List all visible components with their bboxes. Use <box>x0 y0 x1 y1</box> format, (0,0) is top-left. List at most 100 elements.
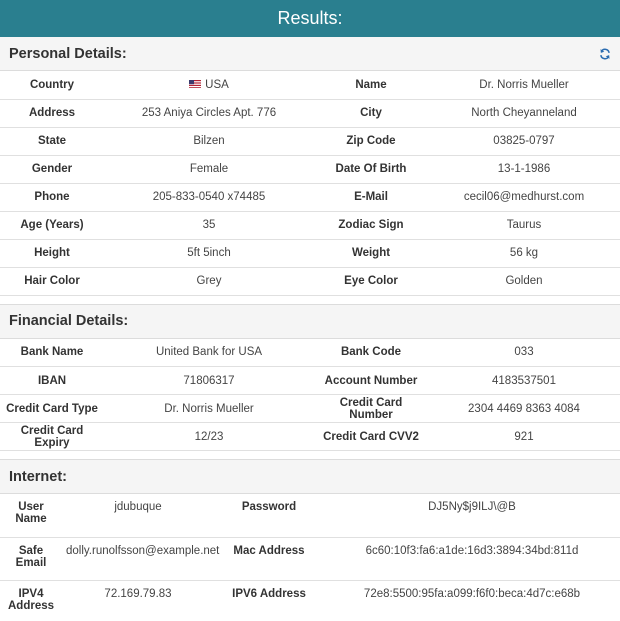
password-label: Password <box>214 494 324 538</box>
ipv6-address-label: IPV6 Address <box>214 580 324 621</box>
zip-code-value-cell: 03825-0797 <box>428 127 620 156</box>
iban-value-cell: 71806317 <box>104 366 314 395</box>
country-value-cell: USA <box>104 71 314 100</box>
detail-row: State Bilzen Zip Code 03825-0797 <box>0 127 620 156</box>
e-mail-value-cell: cecil06@medhurst.com <box>428 183 620 212</box>
zip-code-label: Zip Code <box>314 127 428 156</box>
gender-value: Female <box>189 163 229 175</box>
iban-label: IBAN <box>0 366 104 395</box>
financial-details-title: Financial Details: <box>9 313 129 329</box>
age-years-value-cell: 35 <box>104 211 314 240</box>
mac-address-value: 6c60:10f3:fa6:a1de:16d3:3894:34bd:811d <box>365 544 579 557</box>
zodiac-sign-value-cell: Taurus <box>428 211 620 240</box>
gender-value-cell: Female <box>104 155 314 184</box>
ipv6-address-value: 72e8:5500:95fa:a099:f6f0:beca:4d7c:e68b <box>363 587 581 600</box>
height-label: Height <box>0 239 104 268</box>
credit-card-number-label: Credit Card Number <box>314 394 428 423</box>
financial-details-table: Bank Name United Bank for USA Bank Code 033… <box>0 338 620 451</box>
name-label: Name <box>314 71 428 100</box>
mac-address-value-cell: 6c60:10f3:fa6:a1de:16d3:3894:34bd:811d <box>324 537 620 581</box>
credit-card-expiry-label: Credit Card Expiry <box>0 422 104 451</box>
account-number-label: Account Number <box>314 366 428 395</box>
eye-color-value-cell: Golden <box>428 267 620 296</box>
hair-color-label: Hair Color <box>0 267 104 296</box>
phone-value: 205-833-0540 x74485 <box>152 191 266 203</box>
age-years-label: Age (Years) <box>0 211 104 240</box>
ipv4-address-value-cell: 72.169.79.83 <box>62 580 214 621</box>
weight-value: 56 kg <box>509 247 539 259</box>
credit-card-number-value: 2304 4469 8363 4084 <box>468 402 580 415</box>
eye-color-value: Golden <box>505 275 543 287</box>
detail-row: IPV4 Address 72.169.79.83 IPV6 Address 72e8… <box>0 580 620 621</box>
date-of-birth-value-cell: 13-1-1986 <box>428 155 620 184</box>
weight-value-cell: 56 kg <box>428 239 620 268</box>
detail-row: Phone 205-833-0540 x74485 E-Mail cecil06@me… <box>0 183 620 212</box>
age-years-value: 35 <box>202 219 216 231</box>
address-value: 253 Aniya Circles Apt. 776 <box>141 107 277 119</box>
section-divider <box>0 295 620 305</box>
name-value: Dr. Norris Mueller <box>479 78 569 91</box>
zodiac-sign-value: Taurus <box>506 219 542 231</box>
iban-value: 71806317 <box>183 374 235 387</box>
personal-details-table: Country USA Name Dr. Norris Mueller Address 2… <box>0 71 620 296</box>
detail-row: Credit Card Expiry 12/23 Credit Card CVV2 9… <box>0 422 620 451</box>
password-value-cell: DJ5Ny$j9ILJ\@B <box>324 494 620 538</box>
bank-code-value-cell: 033 <box>428 338 620 367</box>
ipv4-address-label: IPV4 Address <box>0 580 62 621</box>
eye-color-label: Eye Color <box>314 267 428 296</box>
zip-code-value: 03825-0797 <box>493 135 555 147</box>
credit-card-number-value-cell: 2304 4469 8363 4084 <box>428 394 620 423</box>
personal-details-header: Personal Details: <box>0 37 620 71</box>
section-divider <box>0 451 620 460</box>
internet-header: Internet: <box>0 460 620 494</box>
city-value: North Cheyanneland <box>471 107 577 119</box>
refresh-icon[interactable] <box>599 48 611 60</box>
bank-name-label: Bank Name <box>0 338 104 367</box>
user-name-value-cell: jdubuque <box>62 494 214 538</box>
credit-card-expiry-value-cell: 12/23 <box>104 422 314 451</box>
results-header: Results: <box>0 0 620 37</box>
financial-details-header: Financial Details: <box>0 304 620 339</box>
country-value: USA <box>205 78 229 91</box>
state-value-cell: Bilzen <box>104 127 314 156</box>
height-value-cell: 5ft 5inch <box>104 239 314 268</box>
gender-label: Gender <box>0 155 104 184</box>
results-title: Results: <box>277 8 343 28</box>
bank-name-value-cell: United Bank for USA <box>104 338 314 367</box>
e-mail-value: cecil06@medhurst.com <box>463 191 585 203</box>
user-name-value: jdubuque <box>114 501 162 513</box>
credit-card-type-label: Credit Card Type <box>0 394 104 423</box>
ipv4-address-value: 72.169.79.83 <box>104 587 172 600</box>
credit-card-cvv2-label: Credit Card CVV2 <box>314 422 428 451</box>
detail-row: User Name jdubuque Password DJ5Ny$j9ILJ\@B <box>0 494 620 538</box>
address-value-cell: 253 Aniya Circles Apt. 776 <box>104 99 314 128</box>
safe-email-value: dolly.runolfsson@example.net <box>66 544 220 557</box>
credit-card-expiry-value: 12/23 <box>194 430 224 443</box>
bank-code-value: 033 <box>514 346 534 359</box>
zodiac-sign-label: Zodiac Sign <box>314 211 428 240</box>
safe-email-value-cell: dolly.runolfsson@example.net <box>62 537 219 581</box>
detail-row: Bank Name United Bank for USA Bank Code 033 <box>0 338 620 367</box>
credit-card-type-value-cell: Dr. Norris Mueller <box>104 394 314 423</box>
height-value: 5ft 5inch <box>187 247 231 259</box>
internet-table: User Name jdubuque Password DJ5Ny$j9ILJ\@B S… <box>0 494 620 621</box>
credit-card-cvv2-value-cell: 921 <box>428 422 620 451</box>
detail-row: Hair Color Grey Eye Color Golden <box>0 267 620 296</box>
detail-row: Height 5ft 5inch Weight 56 kg <box>0 239 620 268</box>
credit-card-type-value: Dr. Norris Mueller <box>164 402 254 415</box>
city-value-cell: North Cheyanneland <box>428 99 620 128</box>
detail-row: Gender Female Date Of Birth 13-1-1986 <box>0 155 620 184</box>
detail-row: Credit Card Type Dr. Norris Mueller Credit… <box>0 394 620 423</box>
detail-row: Safe Email dolly.runolfsson@example.net Ma… <box>0 537 620 581</box>
mac-address-label: Mac Address <box>214 537 324 581</box>
country-label: Country <box>0 71 104 100</box>
e-mail-label: E-Mail <box>314 183 428 212</box>
bank-name-value: United Bank for USA <box>155 346 263 359</box>
us-flag-icon <box>189 79 202 88</box>
internet-title: Internet: <box>9 468 67 485</box>
city-label: City <box>314 99 428 128</box>
account-number-value: 4183537501 <box>492 374 556 387</box>
date-of-birth-label: Date Of Birth <box>314 155 428 184</box>
state-label: State <box>0 127 104 156</box>
date-of-birth-value: 13-1-1986 <box>497 163 551 175</box>
